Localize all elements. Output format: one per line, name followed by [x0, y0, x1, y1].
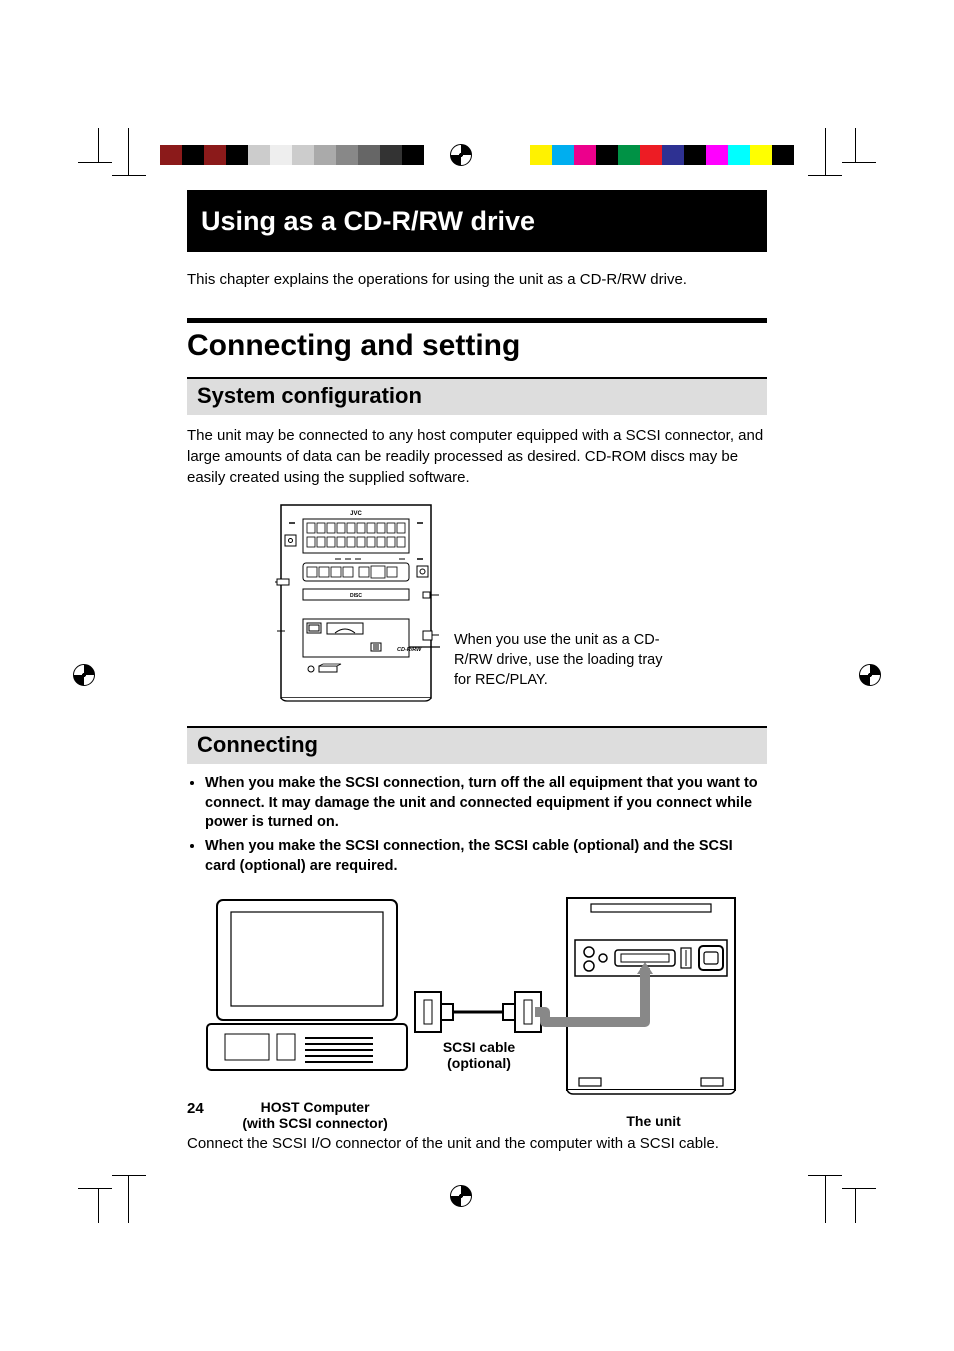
host-label-line1: HOST Computer: [217, 1099, 413, 1115]
manual-page: Using as a CD-R/RW drive This chapter ex…: [0, 0, 954, 1351]
color-swatch: [380, 145, 402, 165]
host-label-line2: (with SCSI connector): [217, 1115, 413, 1131]
color-bar-left: [160, 145, 424, 165]
crop-mark: [825, 1175, 826, 1223]
section-heading: Connecting and setting: [187, 329, 767, 363]
device-brand-label: JVC: [350, 511, 362, 517]
host-computer-icon: [207, 900, 407, 1070]
connecting-final-instruction: Connect the SCSI I/O connector of the un…: [187, 1135, 767, 1152]
crop-mark: [855, 1189, 856, 1223]
unit-rear-icon: [535, 898, 735, 1094]
color-swatch: [662, 145, 684, 165]
color-swatch: [358, 145, 380, 165]
color-swatch: [292, 145, 314, 165]
color-swatch: [226, 145, 248, 165]
crop-mark: [842, 1188, 876, 1189]
registration-mark-icon: [450, 144, 472, 166]
color-swatch: [336, 145, 358, 165]
device-cdrrw-label: CD-R/RW: [397, 647, 422, 653]
scsi-cable-label: SCSI cable(optional): [443, 1039, 516, 1071]
color-swatch: [530, 145, 552, 165]
crop-mark: [842, 162, 876, 163]
unit-label: The unit: [570, 1099, 737, 1131]
tray-callout-text: When you use the unit as a CD-R/RW drive…: [454, 521, 679, 690]
unit-front-diagram: JVC: [275, 503, 440, 708]
color-swatch: [706, 145, 728, 165]
crop-mark: [825, 128, 826, 176]
subheading-connecting: Connecting: [187, 726, 767, 764]
crop-mark: [112, 175, 146, 176]
crop-mark: [808, 1175, 842, 1176]
color-swatch: [552, 145, 574, 165]
color-swatch: [204, 145, 226, 165]
color-bar-right: [530, 145, 794, 165]
color-swatch: [750, 145, 772, 165]
color-swatch: [728, 145, 750, 165]
color-swatch: [640, 145, 662, 165]
color-swatch: [160, 145, 182, 165]
connecting-note: When you make the SCSI connection, the S…: [205, 837, 767, 876]
crop-mark: [128, 1175, 129, 1223]
color-swatch: [248, 145, 270, 165]
crop-mark: [112, 1175, 146, 1176]
crop-mark: [855, 128, 856, 162]
connecting-notes-list: When you make the SCSI connection, turn …: [187, 774, 767, 876]
registration-mark-icon: [859, 664, 881, 686]
unit-diagram-row: JVC: [187, 503, 767, 708]
chapter-banner: Using as a CD-R/RW drive: [187, 190, 767, 252]
subheading-system-configuration: System configuration: [187, 377, 767, 415]
chapter-intro: This chapter explains the operations for…: [187, 270, 767, 290]
color-swatch: [270, 145, 292, 165]
color-swatch: [684, 145, 706, 165]
crop-mark: [98, 1189, 99, 1223]
color-swatch: [182, 145, 204, 165]
color-swatch: [618, 145, 640, 165]
color-swatch: [402, 145, 424, 165]
chapter-title: Using as a CD-R/RW drive: [201, 206, 535, 237]
crop-mark: [128, 128, 129, 176]
color-swatch: [314, 145, 336, 165]
color-swatch: [596, 145, 618, 165]
crop-mark: [78, 1188, 112, 1189]
color-swatch: [574, 145, 596, 165]
svg-text:DISC: DISC: [350, 593, 362, 599]
registration-mark-icon: [73, 664, 95, 686]
page-number: 24: [187, 1100, 204, 1117]
connection-diagram-labels: HOST Computer (with SCSI connector) The …: [187, 1099, 767, 1131]
crop-mark: [808, 175, 842, 176]
scsi-cable-icon: [415, 992, 541, 1032]
crop-mark: [98, 128, 99, 162]
color-swatch: [772, 145, 794, 165]
page-content: Using as a CD-R/RW drive This chapter ex…: [187, 190, 767, 1167]
section-rule: [187, 318, 767, 323]
crop-mark: [78, 162, 112, 163]
host-computer-label: HOST Computer (with SCSI connector): [217, 1099, 413, 1131]
connecting-note: When you make the SCSI connection, turn …: [205, 774, 767, 833]
system-configuration-body: The unit may be connected to any host co…: [187, 425, 767, 488]
registration-mark-icon: [450, 1185, 472, 1207]
connection-diagram: SCSI cable(optional) HOST Computer (with…: [187, 892, 767, 1131]
